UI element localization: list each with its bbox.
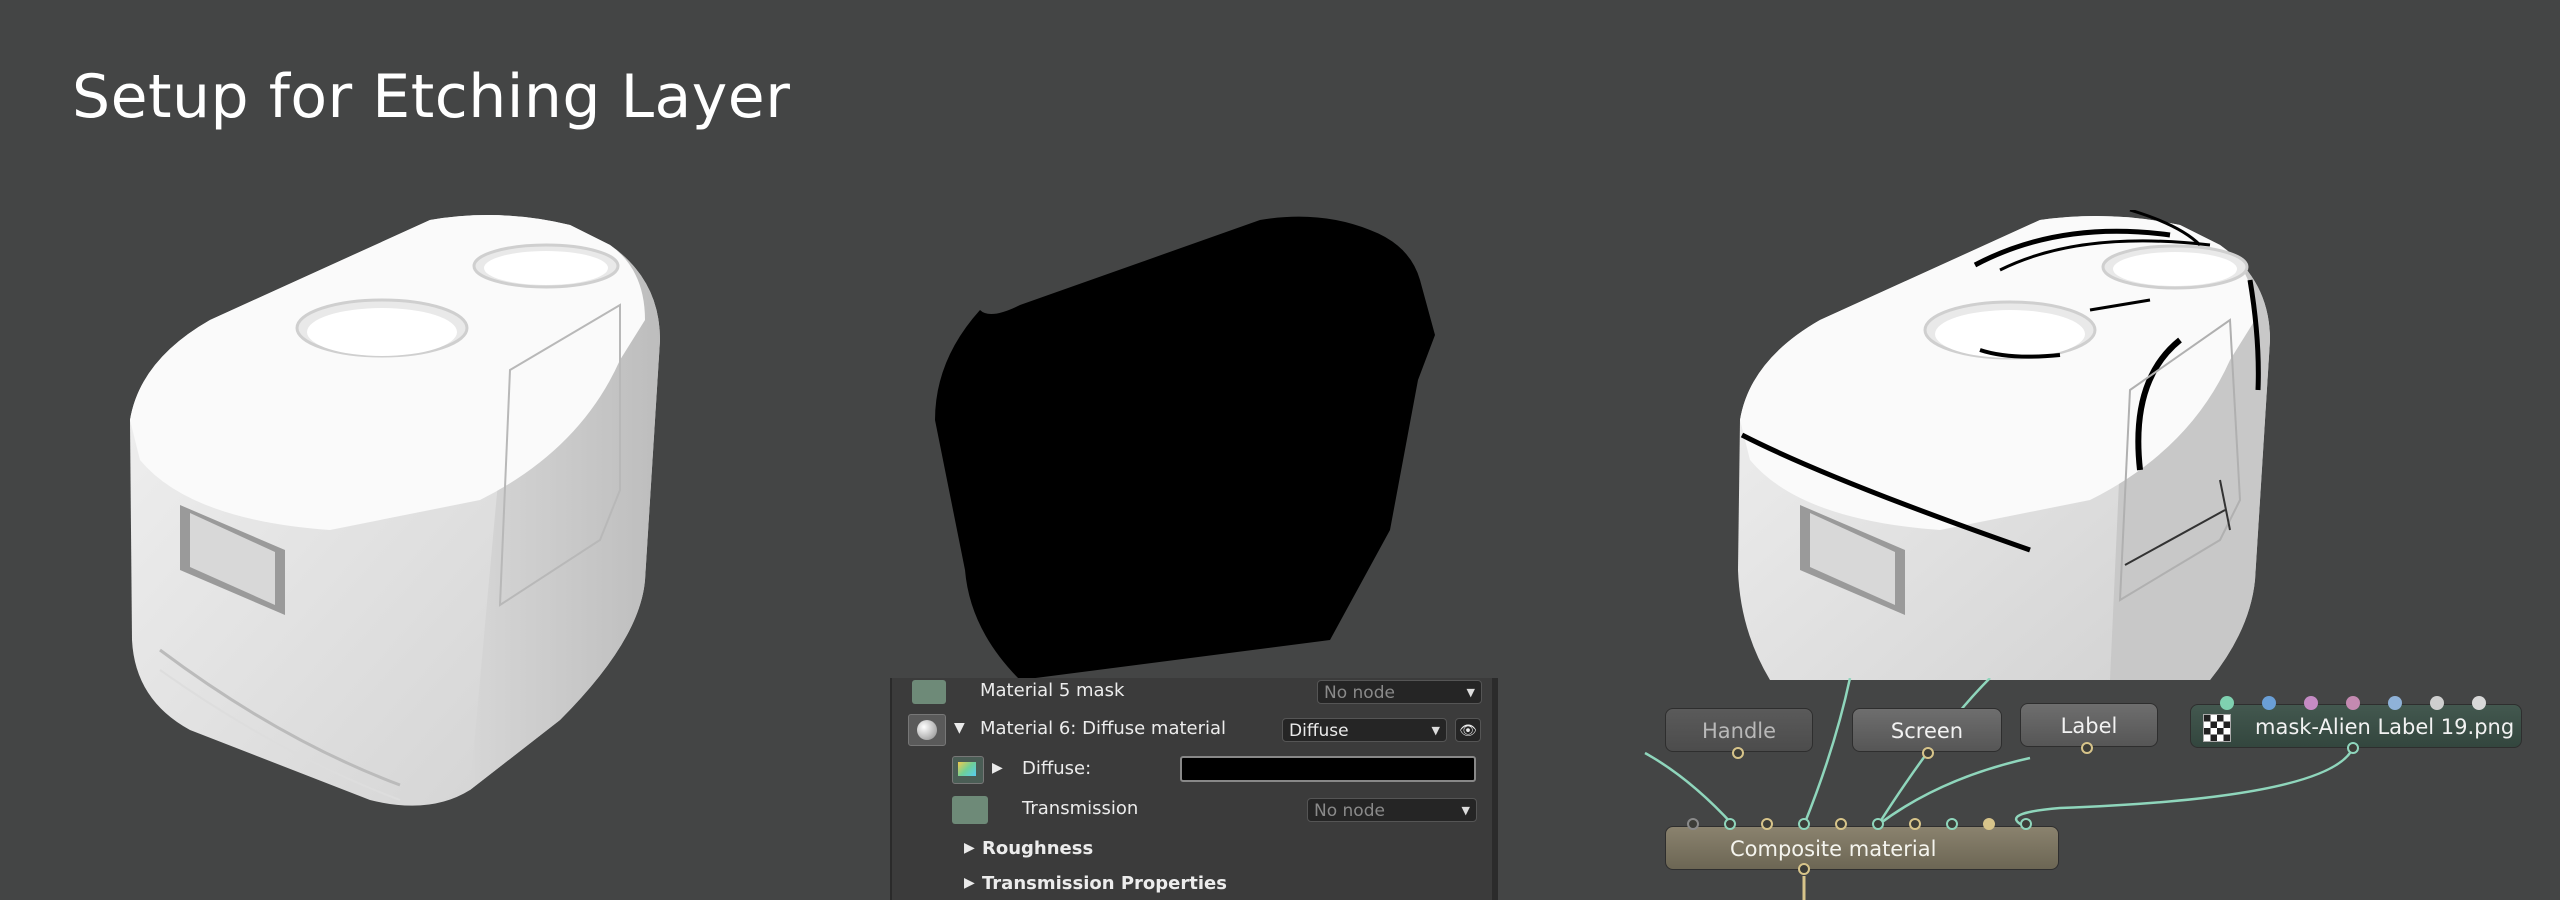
- expand-triangle-icon[interactable]: ▼: [954, 720, 965, 736]
- transmission-properties-row[interactable]: ▶ Transmission Properties: [892, 863, 1482, 900]
- transmission-properties-label: Transmission Properties: [982, 873, 1227, 894]
- input-pin[interactable]: [1724, 818, 1736, 830]
- diffuse-row: ▶ Diffuse:: [892, 748, 1482, 788]
- node-output-connector[interactable]: [1732, 747, 1744, 759]
- material-5-mask-dropdown[interactable]: No node ▼: [1317, 680, 1482, 704]
- node-label: Screen: [1890, 719, 1964, 743]
- expand-triangle-icon[interactable]: ▶: [992, 760, 1003, 776]
- handle-node[interactable]: Handle: [1665, 708, 1813, 752]
- swatch: [952, 796, 988, 824]
- input-pin[interactable]: [1909, 818, 1921, 830]
- page-title: Setup for Etching Layer: [72, 62, 791, 132]
- input-pin[interactable]: [1687, 818, 1699, 830]
- input-pin[interactable]: [1798, 818, 1810, 830]
- node-output-connector[interactable]: [1922, 747, 1934, 759]
- node-label: mask-Alien Label 19.png: [2255, 715, 2515, 739]
- expand-triangle-icon[interactable]: ▶: [964, 875, 975, 891]
- input-pin[interactable]: [1946, 818, 1958, 830]
- node-output-connector[interactable]: [2081, 742, 2093, 754]
- input-pin[interactable]: [1872, 818, 1884, 830]
- transmission-dropdown[interactable]: No node ▼: [1307, 798, 1477, 822]
- swatch: [912, 680, 946, 704]
- node-label: Handle: [1701, 719, 1777, 743]
- dropdown-value: Diffuse: [1289, 721, 1349, 741]
- image-icon: [2203, 714, 2231, 742]
- node-label: Label: [2060, 714, 2118, 738]
- composite-input-pins: [1687, 818, 2032, 834]
- input-pin[interactable]: [1983, 818, 1995, 830]
- roughness-row[interactable]: ▶ Roughness: [892, 828, 1482, 868]
- render-black-mask: [935, 216, 1435, 680]
- sphere-icon: [908, 714, 946, 746]
- node-output-connector[interactable]: [2347, 742, 2359, 754]
- render-etched-model: [1738, 210, 2270, 680]
- color-picker-icon[interactable]: [952, 756, 984, 784]
- channel-pins: [2220, 696, 2500, 710]
- material-6-dropdown[interactable]: Diffuse ▼: [1282, 718, 1447, 742]
- input-pin[interactable]: [1835, 818, 1847, 830]
- dropdown-value: No node: [1324, 683, 1395, 703]
- expand-triangle-icon[interactable]: ▶: [964, 840, 975, 856]
- input-pin[interactable]: [2020, 818, 2032, 830]
- dropdown-value: No node: [1314, 801, 1385, 821]
- input-pin[interactable]: [1761, 818, 1773, 830]
- material-6-label: Material 6: Diffuse material: [980, 718, 1227, 739]
- chevron-down-icon: ▼: [1431, 724, 1440, 737]
- label-node[interactable]: Label: [2020, 703, 2158, 747]
- material-6-row: ▼ Material 6: Diffuse material Diffuse ▼ …: [892, 708, 1482, 748]
- transmission-row: Transmission No node ▼: [892, 788, 1482, 828]
- chevron-down-icon: ▼: [1461, 804, 1470, 817]
- screen-node[interactable]: Screen: [1852, 708, 2002, 752]
- material-5-mask-row: Material 5 mask No node ▼: [892, 678, 1482, 710]
- mask-image-node[interactable]: mask-Alien Label 19.png: [2190, 704, 2522, 748]
- attribute-panel: Material 5 mask No node ▼ ▼ Material 6: D…: [890, 678, 1498, 900]
- transmission-label: Transmission: [1022, 798, 1139, 819]
- node-label: Composite material: [1730, 837, 1937, 861]
- material-5-mask-label: Material 5 mask: [980, 680, 1125, 701]
- diffuse-color-swatch[interactable]: [1180, 756, 1476, 782]
- node-output-connector[interactable]: [1798, 863, 1810, 875]
- eye-icon[interactable]: 👁: [1455, 718, 1481, 742]
- chevron-down-icon: ▼: [1466, 686, 1475, 699]
- diffuse-label: Diffuse:: [1022, 758, 1092, 779]
- render-white-model: [130, 215, 660, 806]
- roughness-label: Roughness: [982, 838, 1094, 859]
